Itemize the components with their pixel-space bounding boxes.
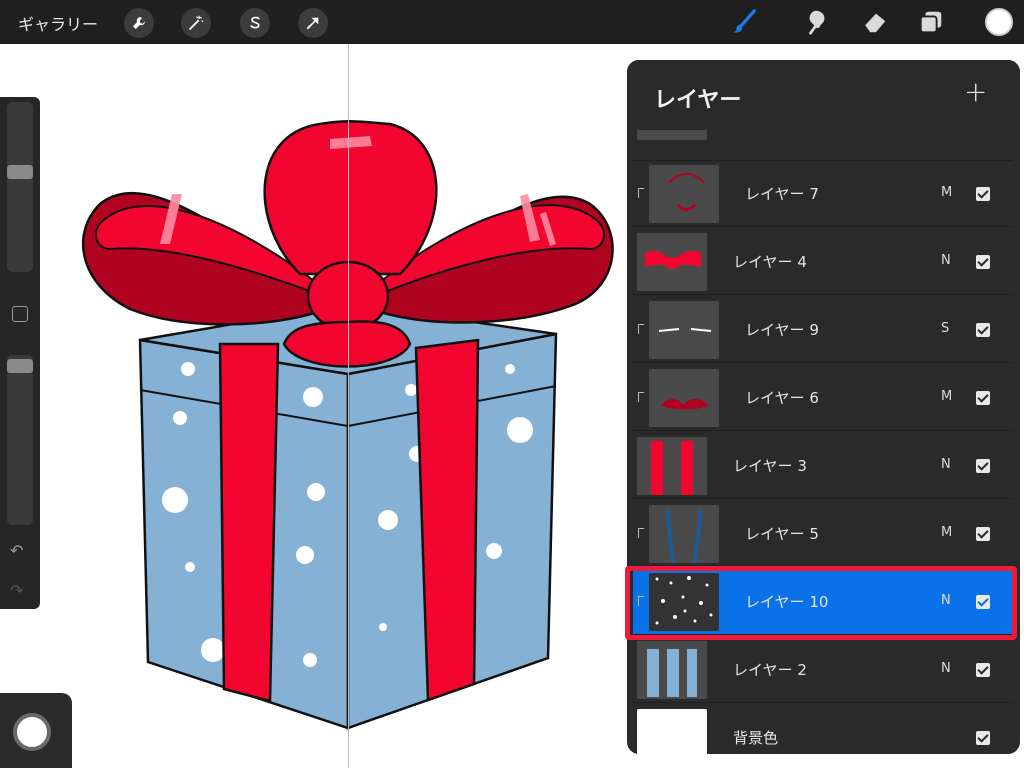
selection-s-icon (250, 16, 260, 29)
left-sidebar: ↶ ↷ (0, 97, 40, 609)
layer-name: レイヤー 7 (745, 185, 819, 203)
layer-visibility-checkbox[interactable] (976, 323, 990, 337)
layer-row[interactable]: レイヤー 9 S (633, 297, 1013, 363)
blend-mode-button[interactable]: N (941, 457, 951, 472)
layer-visibility-checkbox[interactable] (976, 663, 990, 677)
undo-icon[interactable]: ↶ (10, 543, 23, 559)
layers-title: レイヤー (654, 88, 742, 113)
opacity-handle[interactable] (7, 359, 33, 373)
layer-name: レイヤー 4 (733, 253, 807, 271)
smudge-button[interactable] (802, 7, 832, 37)
layers-panel: レイヤー + レイヤー 8Sレイヤー 7Mレイヤー 4Nレイヤー 9Sレイヤー … (627, 60, 1020, 754)
layer-row[interactable]: レイヤー 3 N (633, 433, 1013, 499)
transform-arrow-icon (306, 17, 319, 30)
layer-row[interactable]: レイヤー 7 M (633, 161, 1013, 227)
blend-mode-button[interactable]: M (941, 525, 952, 540)
actions-button[interactable] (124, 8, 154, 38)
redo-icon[interactable]: ↷ (10, 583, 23, 599)
layer-name: レイヤー 6 (745, 389, 819, 407)
layer-thumbnail[interactable] (649, 369, 719, 427)
canvas-guide-line (348, 44, 349, 768)
clipping-mask-icon (638, 392, 644, 402)
layer-name: レイヤー 2 (733, 661, 807, 679)
layer-thumbnail[interactable] (637, 437, 707, 495)
layer-visibility-checkbox[interactable] (976, 187, 990, 201)
paint-button[interactable] (730, 7, 760, 37)
layer-visibility-checkbox[interactable] (976, 255, 990, 269)
clipping-mask-icon (638, 324, 644, 334)
layer-visibility-checkbox[interactable] (976, 527, 990, 541)
layer-row[interactable]: レイヤー 2 N (633, 637, 1013, 703)
transform-button[interactable] (298, 8, 328, 38)
layer-visibility-checkbox[interactable] (976, 731, 990, 745)
layer-row[interactable]: レイヤー 5 M (633, 501, 1013, 567)
blend-mode-button[interactable]: M (941, 185, 952, 200)
eraser-icon (864, 13, 886, 33)
brush-icon (732, 9, 756, 33)
eraser-button[interactable] (860, 7, 890, 37)
adjustments-button[interactable] (181, 8, 211, 38)
layer-thumbnail[interactable] (649, 301, 719, 359)
brush-size-slider[interactable] (7, 102, 33, 272)
blend-mode-button[interactable]: M (941, 389, 952, 404)
layer-name: 背景色 (733, 729, 779, 747)
blend-mode-button[interactable]: N (941, 661, 951, 676)
gallery-button[interactable]: ギャラリー (18, 11, 98, 35)
quick-menu-button[interactable] (0, 693, 72, 768)
smudge-icon (809, 10, 825, 35)
selected-layer-highlight (625, 566, 1017, 640)
layers-icon (919, 11, 942, 34)
blend-mode-button[interactable]: N (941, 253, 951, 268)
magic-wand-icon (189, 15, 204, 30)
opacity-slider[interactable] (7, 355, 33, 525)
layers-button[interactable] (916, 7, 946, 37)
layer-row[interactable]: 背景色 (633, 705, 1013, 754)
layer-thumbnail[interactable] (649, 505, 719, 563)
brush-size-handle[interactable] (7, 165, 33, 179)
layer-name: レイヤー 5 (745, 525, 819, 543)
layer-visibility-checkbox[interactable] (976, 391, 990, 405)
layer-name: レイヤー 3 (733, 457, 807, 475)
layer-name: レイヤー 9 (745, 321, 819, 339)
clipping-mask-icon (638, 188, 644, 198)
layer-thumbnail[interactable] (649, 165, 719, 223)
top-toolbar: ギャラリー (0, 0, 1024, 44)
add-layer-button[interactable]: + (964, 78, 987, 106)
layer-visibility-checkbox[interactable] (976, 459, 990, 473)
layers-header: レイヤー + (627, 60, 1020, 130)
layer-row[interactable]: レイヤー 4 N (633, 229, 1013, 295)
wrench-icon (133, 17, 145, 29)
quick-menu-icon (13, 713, 51, 751)
layer-row[interactable]: レイヤー 6 M (633, 365, 1013, 431)
clipping-mask-icon (638, 528, 644, 538)
layer-thumbnail[interactable] (637, 709, 707, 754)
blend-mode-button[interactable]: S (941, 321, 949, 336)
color-picker-swatch[interactable] (985, 8, 1013, 36)
layer-thumbnail[interactable] (637, 641, 707, 699)
modify-button[interactable] (12, 306, 28, 322)
layer-thumbnail[interactable] (637, 233, 707, 291)
selection-button[interactable] (240, 8, 270, 38)
